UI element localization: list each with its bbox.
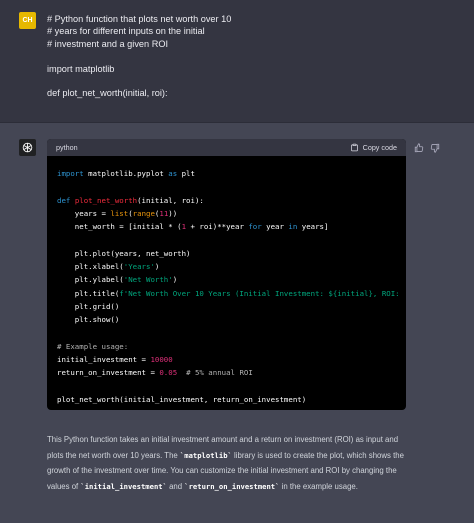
code-block: python Copy code import matplotlib.pyplo… <box>47 139 406 410</box>
code-header: python Copy code <box>47 139 406 156</box>
clipboard-icon <box>350 143 358 152</box>
copy-code-label: Copy code <box>362 143 397 152</box>
user-message: CH # Python function that plots net wort… <box>0 0 474 123</box>
inline-code: `return_on_investment` <box>184 481 280 491</box>
feedback-buttons <box>414 140 440 153</box>
answer-text: and <box>166 481 185 491</box>
openai-logo-icon <box>19 139 36 156</box>
answer-text: in the example usage. <box>279 481 358 491</box>
code-language-label: python <box>56 143 78 152</box>
inline-code: `initial_investment` <box>80 481 167 491</box>
inline-code: `matplotlib` <box>179 450 232 460</box>
python-code: import matplotlib.pyplot as plt def plot… <box>57 169 400 405</box>
user-avatar: CH <box>19 12 36 29</box>
copy-code-button[interactable]: Copy code <box>350 143 397 152</box>
assistant-message: python Copy code import matplotlib.pyplo… <box>0 123 474 523</box>
thumbs-up-icon[interactable] <box>414 140 424 153</box>
assistant-answer-text: This Python function takes an initial in… <box>47 432 409 494</box>
thumbs-down-icon[interactable] <box>430 140 440 153</box>
user-prompt-text: # Python function that plots net worth o… <box>47 14 232 99</box>
